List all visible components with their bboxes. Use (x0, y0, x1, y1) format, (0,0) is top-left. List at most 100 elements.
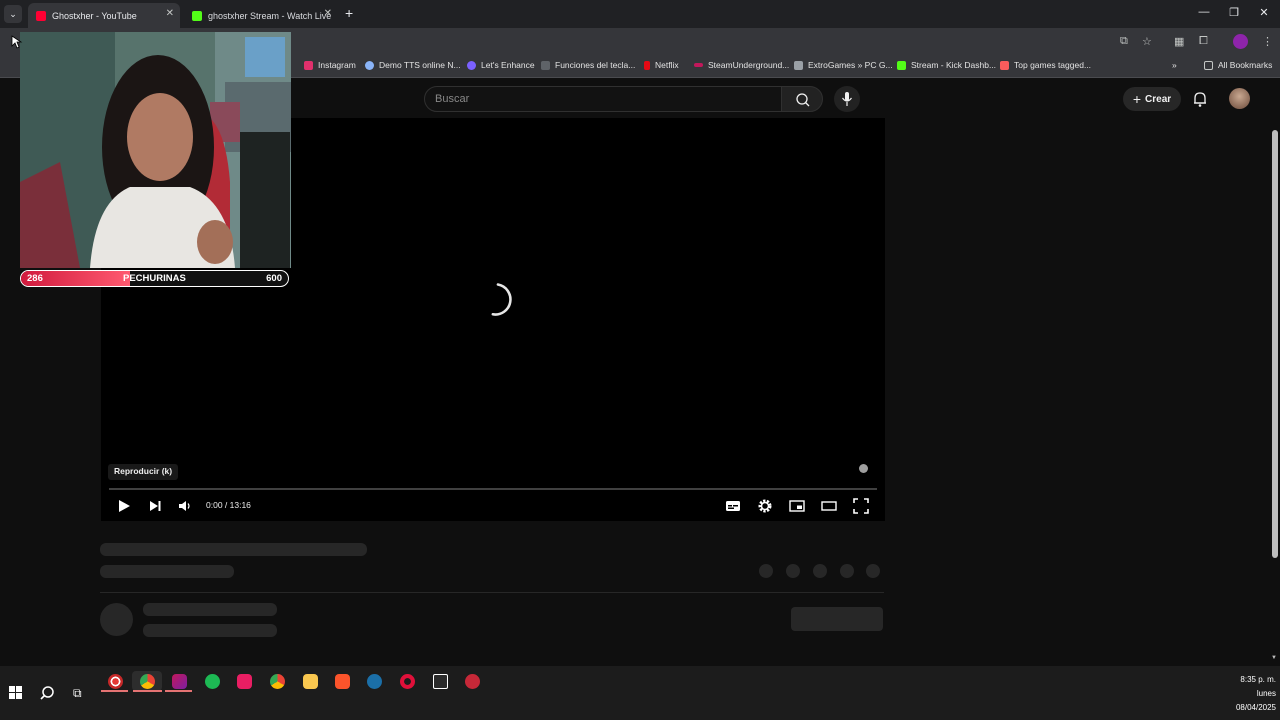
taskbar-app[interactable] (262, 671, 292, 691)
bookmark-item[interactable]: Funciones del tecla... (541, 60, 635, 70)
tab-title: Ghostxher - YouTube (52, 10, 137, 21)
gear-icon (758, 499, 772, 513)
time-display: 0:00 / 13:16 (206, 500, 251, 510)
volume-icon (179, 501, 190, 511)
spotify-icon (204, 673, 220, 689)
brave-icon (334, 673, 350, 689)
scroll-down-arrow-icon[interactable]: ▼ (1271, 655, 1277, 661)
app-active-indicator (133, 690, 162, 692)
close-tab-icon[interactable]: ✕ (166, 8, 174, 19)
system-clock[interactable]: 8:35 p. m. lunes 08/04/2025 (1236, 673, 1276, 715)
miniplayer-button[interactable] (789, 499, 805, 518)
goal-label: PECHURINAS (123, 273, 186, 284)
bookmark-item[interactable]: ExtroGames » PC G... (794, 60, 893, 70)
instagram-icon (304, 60, 313, 70)
taskbar-app[interactable] (164, 671, 194, 691)
clock-date: 08/04/2025 (1235, 703, 1276, 712)
goal-current-value: 286 (27, 273, 43, 284)
notifications-button[interactable] (1191, 90, 1209, 113)
channel-watermark-icon[interactable] (859, 464, 868, 473)
bookmark-item[interactable]: Demo TTS online N... (365, 60, 461, 70)
extension-icon[interactable]: ▦ (1174, 35, 1184, 48)
fullscreen-button[interactable] (853, 498, 869, 519)
taskbar-app[interactable] (359, 671, 389, 691)
action-skeleton (759, 564, 773, 578)
search-input[interactable]: Buscar (424, 86, 782, 112)
subtitles-icon (726, 501, 740, 511)
more-bookmarks-chevron-icon[interactable]: » (1172, 60, 1177, 70)
all-bookmarks-folder[interactable]: All Bookmarks (1204, 60, 1272, 70)
menu-kebab-icon[interactable]: ⋮ (1262, 35, 1273, 48)
extensions-puzzle-icon[interactable]: ⧠ (1199, 35, 1208, 48)
voice-search-button[interactable] (834, 86, 860, 112)
bookmark-item[interactable]: SteamUnderground... (694, 60, 789, 70)
close-tab-icon[interactable]: ✕ (324, 8, 332, 19)
clock-time: 8:35 p. m. (1240, 675, 1276, 684)
close-window-button[interactable]: ✕ (1254, 6, 1274, 19)
taskbar-search-button[interactable] (40, 685, 56, 706)
profile-avatar[interactable] (1233, 34, 1248, 49)
itchio-icon (1000, 60, 1009, 70)
user-avatar[interactable] (1229, 88, 1250, 109)
google-chrome-icon (269, 673, 285, 689)
taskbar-app[interactable] (327, 671, 357, 691)
miniplayer-icon (789, 500, 805, 512)
webcam-overlay (20, 32, 291, 268)
scrollbar-thumb[interactable] (1272, 130, 1278, 558)
taskbar-app[interactable] (425, 671, 455, 691)
bookmark-star-icon[interactable]: ☆ (1142, 35, 1152, 48)
chrome-profile-icon (107, 673, 123, 689)
plus-icon: + (1132, 91, 1142, 107)
create-button[interactable]: + Crear (1123, 87, 1181, 111)
steam-icon (366, 673, 382, 689)
search-icon (796, 93, 810, 107)
task-view-icon[interactable]: ⧉ (73, 686, 82, 701)
bookmark-item[interactable]: Instagram (304, 60, 356, 70)
bookmark-item[interactable]: Top games tagged... (1000, 60, 1091, 70)
opera-icon (399, 673, 415, 689)
progress-bar[interactable] (109, 488, 877, 490)
subtitles-button[interactable] (725, 499, 741, 518)
settings-button[interactable] (757, 498, 773, 519)
title-skeleton (100, 543, 367, 556)
taskbar-app[interactable] (132, 671, 162, 691)
play-button[interactable] (117, 499, 131, 518)
install-app-icon[interactable]: ⧉ (1120, 35, 1128, 48)
minimize-window-button[interactable]: — (1194, 6, 1214, 18)
new-tab-button[interactable]: + (345, 5, 353, 21)
play-icon (119, 500, 130, 512)
bell-icon (1194, 92, 1206, 107)
taskbar-app[interactable] (457, 671, 487, 691)
action-skeleton (840, 564, 854, 578)
taskbar-app[interactable] (100, 671, 130, 691)
app-active-indicator (165, 690, 192, 692)
start-button[interactable] (9, 686, 22, 704)
tab-kick-stream[interactable]: ghostxher Stream - Watch Live ✕ (184, 3, 338, 28)
bookmark-item[interactable]: Netflix (644, 60, 679, 70)
taskbar-app[interactable] (229, 671, 259, 691)
taskbar-app[interactable] (392, 671, 422, 691)
gamepad-icon (794, 60, 803, 70)
kick-favicon-icon (192, 10, 202, 21)
bookmark-item[interactable]: Let's Enhance (467, 60, 535, 70)
steamunderground-icon (694, 63, 703, 67)
mute-button[interactable] (178, 499, 192, 518)
netflix-icon (644, 60, 650, 70)
subtitle-skeleton (100, 565, 234, 578)
channel-subs-skeleton (143, 624, 277, 637)
bookmark-item[interactable]: Stream - Kick Dashb... (897, 60, 996, 70)
fullscreen-icon (853, 498, 869, 514)
next-button[interactable] (148, 499, 162, 518)
tab-search-button[interactable]: ⌄ (4, 5, 22, 23)
microphone-icon (842, 92, 852, 106)
restore-window-button[interactable]: ❐ (1224, 6, 1244, 19)
globe-icon (541, 60, 550, 70)
taskbar-app[interactable] (295, 671, 325, 691)
theater-icon (821, 501, 837, 511)
taskbar-app[interactable] (197, 671, 227, 691)
next-icon (150, 501, 161, 511)
search-button[interactable] (781, 86, 823, 112)
divider (100, 592, 884, 593)
theater-mode-button[interactable] (821, 499, 837, 518)
tab-youtube[interactable]: Ghostxher - YouTube ✕ (28, 3, 180, 28)
